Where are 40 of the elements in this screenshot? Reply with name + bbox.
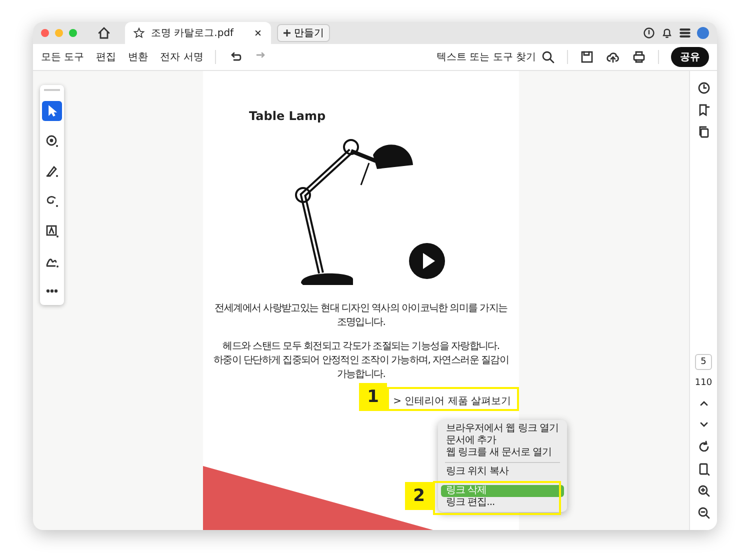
history-icon[interactable] [696,81,710,95]
context-menu-item[interactable]: 링크 편집... [441,497,564,509]
body-paragraph: 전세계에서 사랑받고있는 현대 디자인 역사의 아이코닉한 의미를 가지는 조명입니다. [214,302,508,330]
callout-number: 2 [405,482,433,510]
play-button[interactable] [409,243,445,279]
home-icon[interactable] [97,26,111,40]
bell-icon[interactable] [661,27,673,39]
rotate-icon[interactable] [696,440,710,454]
menu-item[interactable]: 변환 [128,50,148,64]
star-icon[interactable] [133,27,145,39]
context-menu-item[interactable]: 문서에 추가 [441,435,564,447]
page-total: 110 [694,378,712,388]
menu-item[interactable]: 전자 서명 [160,50,204,64]
help-icon[interactable] [643,27,655,39]
body-paragraph: 헤드와 스탠드 모두 회전되고 각도가 조절되는 기능성을 자랑합니다. 하중이 단단하게 집중되어 안정적인 조작이 가능하며, 자연스러운 질감이 가능합니다. [212,340,510,382]
search-icon[interactable] [541,50,555,64]
print-icon[interactable] [632,50,646,64]
document-title: Table Lamp [249,109,327,123]
bookmark-icon[interactable] [696,103,710,117]
new-tab-button[interactable]: 만들기 [277,24,330,42]
upload-cloud-icon[interactable] [606,50,620,64]
context-menu-item[interactable]: 브라우저에서 웹 링크 열기 [441,423,564,435]
save-icon[interactable] [580,50,594,64]
close-icon[interactable] [253,28,263,38]
zoom-in-icon[interactable] [696,484,710,498]
context-menu-item[interactable]: 링크 위치 복사 [441,466,564,478]
share-button[interactable]: 공유 [671,47,709,67]
zoom-out-icon[interactable] [696,506,710,520]
product-link[interactable]: > 인테리어 제품 살펴보기 [393,394,511,408]
callout-number: 1 [359,383,387,411]
avatar-icon[interactable] [697,27,709,39]
plus-icon [283,29,291,37]
context-menu-item[interactable]: 웹 링크를 새 문서로 열기 [441,447,564,459]
page-fit-icon[interactable] [696,462,710,476]
page-number-field[interactable]: 5 [694,354,712,370]
copy-pages-icon[interactable] [696,125,710,139]
document-tab[interactable]: 조명 카탈로그.pdf [125,22,271,44]
tool-search-label[interactable]: 텍스트 또는 도구 찾기 [436,50,536,64]
menu-item[interactable]: 편집 [96,50,116,64]
menu-item[interactable]: 모든 도구 [41,50,84,64]
